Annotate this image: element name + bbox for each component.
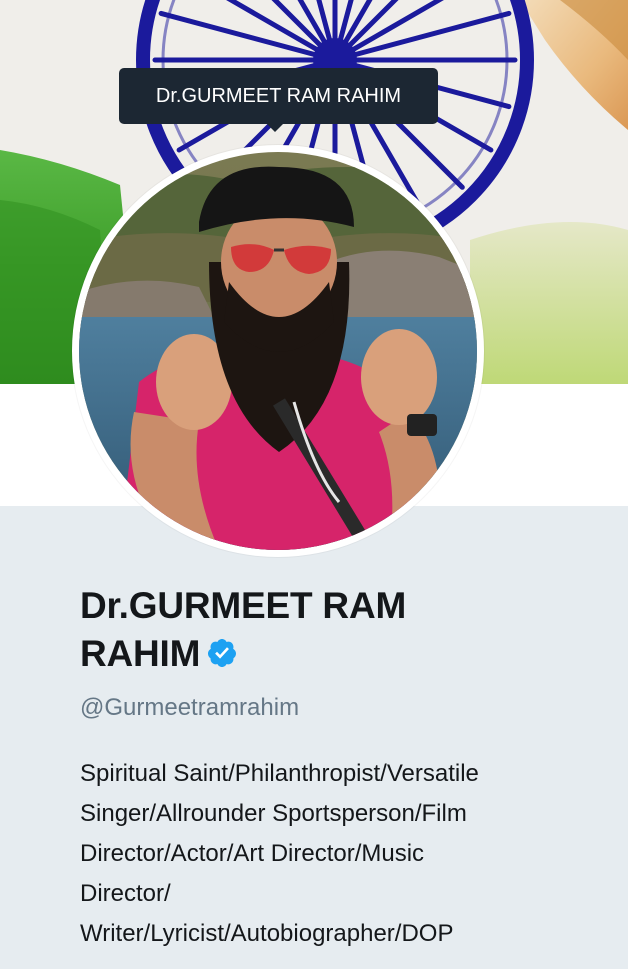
avatar-photo (79, 152, 477, 550)
bio-line: Director/ (80, 880, 171, 907)
bio-line: Writer/Lyricist/Autobiographer/DOP (80, 920, 454, 947)
name-tooltip: Dr.GURMEET RAM RAHIM (119, 68, 438, 124)
profile-avatar[interactable] (72, 145, 484, 557)
bio-line: Director/Actor/Art Director/Music (80, 840, 425, 867)
display-name-line2: RAHIM (80, 633, 201, 674)
bio-line: Spiritual Saint/Philanthropist/Versatile (80, 760, 479, 787)
bio-line: Singer/Allrounder Sportsperson/Film (80, 800, 467, 827)
verified-badge-icon (206, 633, 238, 681)
profile-display-name[interactable]: Dr.GURMEET RAM RAHIM (80, 582, 500, 681)
profile-bio: Spiritual Saint/Philanthropist/Versatile… (80, 754, 600, 954)
tooltip-arrow (266, 123, 284, 132)
profile-page: Dr.GURMEET RAM RAHIM Dr.GURMEET RAM RAHI… (0, 0, 628, 969)
display-name-line1: Dr.GURMEET RAM (80, 585, 407, 626)
profile-handle[interactable]: @Gurmeetramrahim (80, 692, 299, 724)
